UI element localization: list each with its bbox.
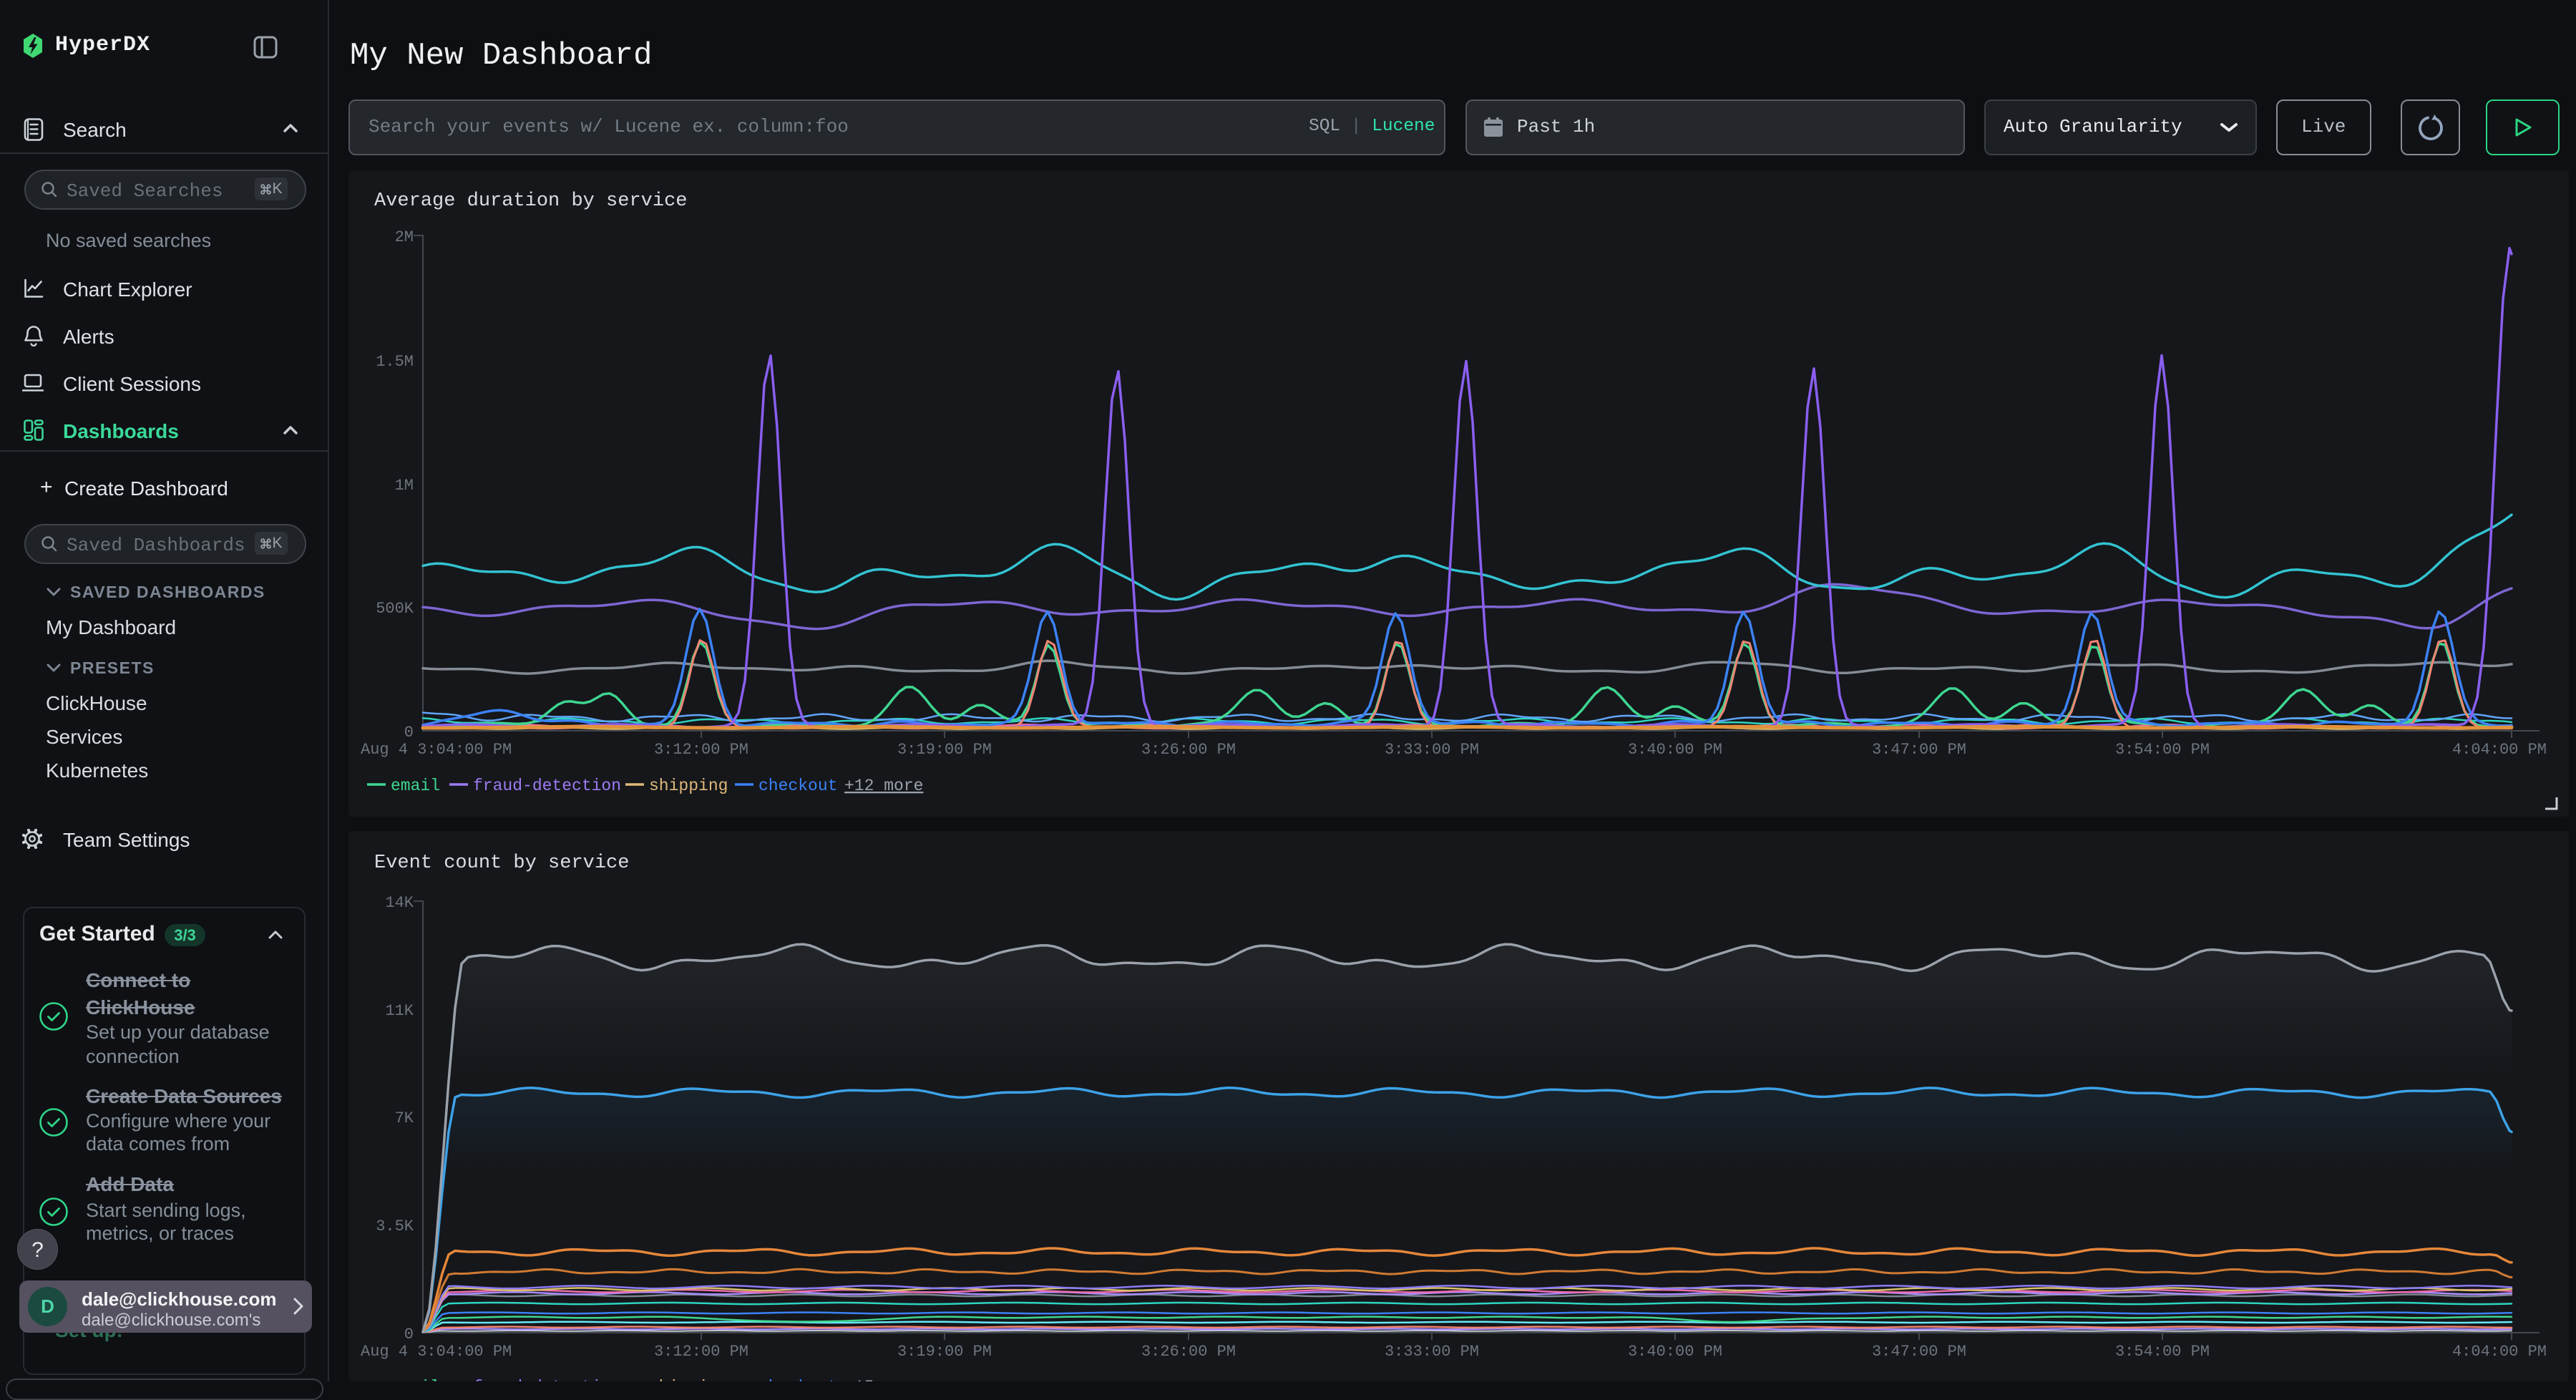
svg-text:0: 0 bbox=[404, 1326, 414, 1343]
svg-text:1M: 1M bbox=[395, 477, 414, 495]
svg-text:3:47:00 PM: 3:47:00 PM bbox=[1872, 741, 1966, 759]
svg-text:Average duration by service: Average duration by service bbox=[374, 190, 687, 212]
svg-text:7K: 7K bbox=[395, 1109, 414, 1127]
svg-text:3:12:00 PM: 3:12:00 PM bbox=[654, 1343, 748, 1361]
svg-text:4:04:00 PM: 4:04:00 PM bbox=[2452, 741, 2547, 759]
svg-text:11K: 11K bbox=[385, 1002, 414, 1020]
svg-text:email: email bbox=[391, 1378, 440, 1381]
svg-text:500K: 500K bbox=[376, 600, 414, 618]
svg-text:3.5K: 3.5K bbox=[376, 1217, 414, 1235]
svg-text:+15 more: +15 more bbox=[844, 1378, 923, 1381]
svg-text:Aug 4 3:04:00 PM: Aug 4 3:04:00 PM bbox=[361, 741, 512, 759]
svg-text:3:40:00 PM: 3:40:00 PM bbox=[1628, 1343, 1722, 1361]
svg-text:email: email bbox=[391, 777, 440, 795]
svg-text:3:54:00 PM: 3:54:00 PM bbox=[2115, 741, 2210, 759]
svg-text:Aug 4 3:04:00 PM: Aug 4 3:04:00 PM bbox=[361, 1343, 512, 1361]
svg-text:2M: 2M bbox=[395, 228, 414, 246]
svg-text:3:19:00 PM: 3:19:00 PM bbox=[897, 1343, 992, 1361]
svg-text:shipping: shipping bbox=[649, 777, 728, 795]
svg-text:3:33:00 PM: 3:33:00 PM bbox=[1385, 741, 1479, 759]
svg-text:Event count by service: Event count by service bbox=[374, 852, 629, 874]
svg-text:+12 more: +12 more bbox=[844, 777, 923, 795]
svg-text:3:26:00 PM: 3:26:00 PM bbox=[1141, 741, 1236, 759]
svg-text:14K: 14K bbox=[385, 894, 414, 912]
svg-text:0: 0 bbox=[404, 724, 414, 742]
svg-text:3:19:00 PM: 3:19:00 PM bbox=[897, 741, 992, 759]
svg-text:3:40:00 PM: 3:40:00 PM bbox=[1628, 741, 1722, 759]
svg-text:1.5M: 1.5M bbox=[376, 353, 414, 371]
svg-text:shipping: shipping bbox=[649, 1378, 728, 1381]
svg-text:3:54:00 PM: 3:54:00 PM bbox=[2115, 1343, 2210, 1361]
svg-text:checkout: checkout bbox=[758, 777, 837, 795]
svg-text:checkout: checkout bbox=[758, 1378, 837, 1381]
svg-text:fraud-detection: fraud-detection bbox=[473, 777, 621, 795]
svg-text:3:26:00 PM: 3:26:00 PM bbox=[1141, 1343, 1236, 1361]
svg-text:3:33:00 PM: 3:33:00 PM bbox=[1385, 1343, 1479, 1361]
svg-text:3:12:00 PM: 3:12:00 PM bbox=[654, 741, 748, 759]
svg-text:fraud-detection: fraud-detection bbox=[473, 1378, 621, 1381]
svg-text:4:04:00 PM: 4:04:00 PM bbox=[2452, 1343, 2547, 1361]
svg-text:3:47:00 PM: 3:47:00 PM bbox=[1872, 1343, 1966, 1361]
